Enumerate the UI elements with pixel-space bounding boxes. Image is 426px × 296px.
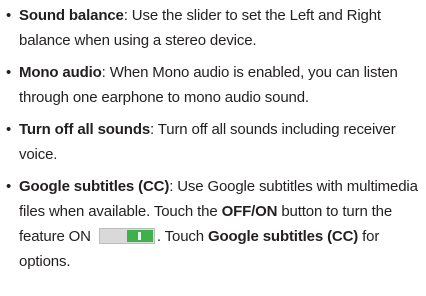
- list-item-mono-audio: • Mono audio: When Mono audio is enabled…: [6, 60, 418, 110]
- term-mono-audio: Mono audio: [19, 64, 102, 81]
- term-sound-balance: Sound balance: [19, 7, 124, 24]
- bullet: •: [6, 7, 12, 24]
- off-on-label: OFF/ON: [221, 203, 278, 220]
- list-item-sound-balance: • Sound balance: Use the slider to set t…: [6, 3, 418, 53]
- bullet: •: [6, 178, 12, 195]
- toggle-on-indicator: [126, 230, 153, 242]
- accessibility-hearing-options-list: • Sound balance: Use the slider to set t…: [6, 3, 418, 281]
- on-toggle-icon: [98, 228, 155, 244]
- bullet: •: [6, 121, 12, 138]
- toggle-knob-icon: [137, 232, 141, 240]
- google-subtitles-options-label: Google subtitles (CC): [207, 228, 359, 245]
- list-item-turn-off-all-sounds: • Turn off all sounds: Turn off all soun…: [6, 117, 418, 167]
- bullet: •: [6, 64, 12, 81]
- list-item-google-subtitles: • Google subtitles (CC): Use Google subt…: [6, 174, 418, 274]
- description-part-3: . Touch: [156, 228, 208, 245]
- term-turn-off-all-sounds: Turn off all sounds: [19, 121, 151, 138]
- term-google-subtitles: Google subtitles (CC): [19, 178, 170, 195]
